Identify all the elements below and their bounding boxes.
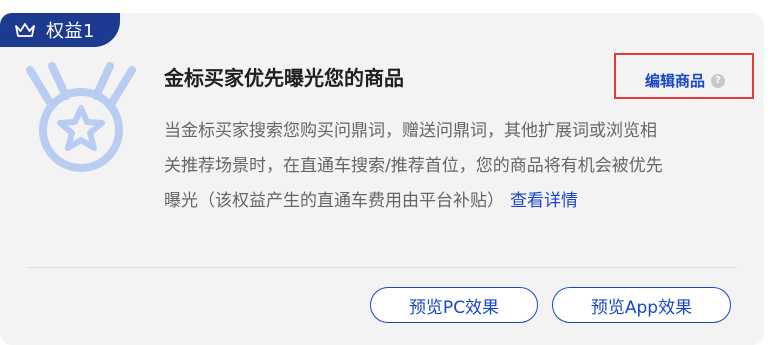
edit-product-label: 编辑商品 [645, 72, 706, 90]
benefit-description: 当金标买家搜索您购买问鼎词，赠送问鼎词，其他扩展词或浏览相 关推荐场景时，在直通… [164, 114, 734, 219]
description-line: 关推荐场景时，在直通车搜索/推荐首位，您的商品将有机会被优先 [164, 156, 663, 176]
preview-pc-button[interactable]: 预览PC效果 [370, 287, 538, 323]
edit-product-link[interactable]: 编辑商品 ? [645, 70, 726, 91]
crown-icon [14, 21, 36, 39]
medal-star-icon [26, 62, 136, 172]
view-details-link[interactable]: 查看详情 [510, 191, 578, 211]
description-line: 曝光（该权益产生的直通车费用由平台补贴） 查看详情 [164, 184, 734, 219]
benefit-tag: 权益1 [0, 13, 120, 47]
divider [27, 267, 737, 268]
description-line-text: 曝光（该权益产生的直通车费用由平台补贴） [164, 191, 504, 211]
benefit-tag-label: 权益1 [46, 21, 95, 42]
preview-app-button[interactable]: 预览App效果 [552, 287, 731, 323]
benefit-title: 金标买家优先曝光您的商品 [164, 66, 404, 90]
description-line: 当金标买家搜索您购买问鼎词，赠送问鼎词，其他扩展词或浏览相 [164, 121, 657, 141]
question-circle-icon[interactable]: ? [711, 73, 726, 88]
